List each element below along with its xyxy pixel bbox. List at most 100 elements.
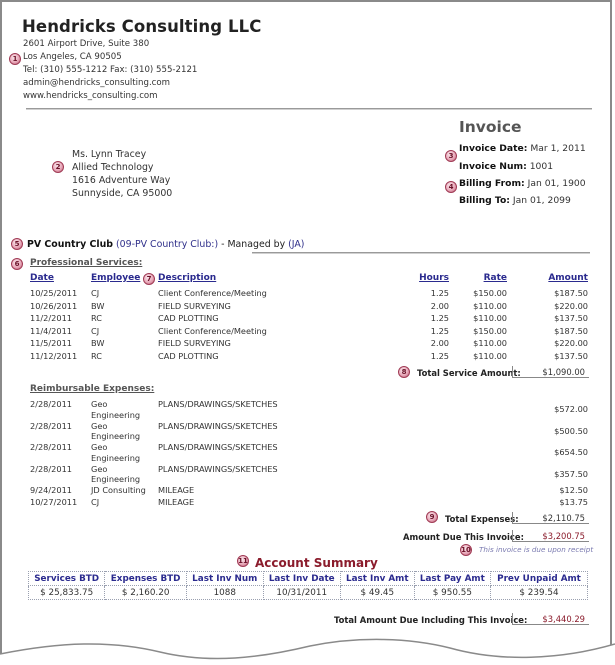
expense-employee: Engineering [91, 431, 141, 441]
summary-services-btd: $ 25,833.75 [27, 585, 106, 600]
col-header-amount[interactable]: Amount [532, 273, 588, 283]
summary-header-last-inv-num: Last Inv Num [185, 571, 264, 586]
invoice-num-value: 1001 [529, 161, 554, 172]
service-description: CAD PLOTTING [158, 313, 219, 324]
service-hours: 1.25 [430, 288, 449, 298]
callout-badge-9: 9 [426, 511, 438, 523]
expense-date: 2/28/2011 [30, 399, 72, 409]
callout-badge-11: 11 [237, 555, 249, 567]
expense-employee: Engineering [91, 409, 141, 420]
billing-to-value: Jan 01, 2099 [512, 195, 571, 206]
expense-description: PLANS/DRAWINGS/SKETCHES [158, 399, 278, 409]
summary-header-last-inv-date: Last Inv Date [262, 571, 341, 586]
expense-employee: Geo [91, 399, 108, 409]
company-address-line2: Los Angeles, CA 90505 [23, 52, 122, 62]
amount-due-label: Amount Due This Invoice: [403, 532, 524, 542]
service-date: 11/5/2011 [30, 338, 72, 349]
callout-badge-3: 3 [445, 150, 457, 162]
callout-badge-4: 4 [445, 181, 457, 193]
project-divider [252, 252, 590, 254]
project-code-link[interactable]: (09-PV Country Club:) [116, 239, 218, 250]
summary-expenses-btd: $ 2,160.20 [104, 585, 187, 600]
expense-employee: Geo [91, 463, 108, 474]
summary-prev-unpaid-amt: $ 239.54 [490, 585, 588, 600]
total-service-amount-label: Total Service Amount: [417, 368, 521, 378]
service-amount: $137.50 [554, 351, 588, 361]
expense-date: 2/28/2011 [30, 442, 72, 452]
client-street: 1616 Adventure Way [72, 175, 171, 186]
client-contact: Ms. Lynn Tracey [72, 149, 147, 160]
total-expenses-label: Total Expenses: [445, 514, 519, 524]
service-employee: BW [91, 338, 105, 349]
expense-date: 2/28/2011 [30, 463, 72, 474]
col-header-rate[interactable]: Rate [457, 273, 507, 283]
summary-last-inv-amt: $ 49.45 [339, 585, 415, 600]
header-divider [26, 108, 592, 110]
service-rate: $110.00 [473, 300, 507, 311]
invoice-num-label: Invoice Num: [459, 161, 527, 172]
expense-amount: $13.75 [559, 496, 588, 507]
billing-from-value: Jan 01, 1900 [527, 178, 586, 189]
expense-date: 10/27/2011 [30, 496, 78, 507]
service-employee: CJ [91, 288, 100, 298]
billing-to-row: Billing To: Jan 01, 2099 [459, 195, 571, 206]
service-description: Client Conference/Meeting [158, 288, 267, 298]
expense-date: 2/28/2011 [30, 420, 72, 431]
due-upon-receipt-note: This invoice is due upon receipt [479, 545, 594, 554]
client-city: Sunnyside, CA 95000 [72, 188, 173, 199]
company-phone-fax: Tel: (310) 555-1212 Fax: (310) 555-2121 [23, 65, 198, 75]
service-hours: 2.00 [430, 300, 449, 311]
service-date: 10/26/2011 [30, 300, 78, 311]
expense-amount: $500.50 [554, 425, 588, 436]
account-summary-table: Services BTD Expenses BTD Last Inv Num L… [27, 571, 588, 600]
summary-header-last-pay-amt: Last Pay Amt [413, 571, 492, 586]
expense-employee: Geo [91, 420, 108, 431]
summary-last-inv-date: 10/31/2011 [262, 585, 341, 600]
company-email: admin@hendricks_consulting.com [23, 78, 171, 88]
col-header-employee[interactable]: Employee [91, 273, 140, 283]
callout-badge-8: 8 [398, 366, 410, 378]
expense-description: PLANS/DRAWINGS/SKETCHES [158, 420, 278, 431]
summary-last-pay-amt: $ 950.55 [413, 585, 492, 600]
expense-description: MILEAGE [158, 496, 195, 507]
service-rate: $150.00 [473, 325, 507, 336]
expense-employee: Geo [91, 442, 108, 452]
service-date: 10/25/2011 [30, 288, 78, 298]
service-hours: 1.25 [430, 313, 449, 324]
col-header-description[interactable]: Description [158, 273, 216, 283]
service-date: 11/12/2011 [30, 351, 78, 361]
service-description: CAD PLOTTING [158, 351, 219, 361]
service-amount: $137.50 [554, 313, 588, 324]
callout-badge-5: 5 [11, 238, 23, 250]
col-header-hours[interactable]: Hours [402, 273, 449, 283]
service-amount: $220.00 [554, 338, 588, 349]
service-amount: $220.00 [554, 300, 588, 311]
total-expenses-value: $2,110.75 [512, 512, 589, 524]
invoice-title: Invoice [459, 118, 522, 136]
service-amount: $187.50 [554, 325, 588, 336]
expense-amount: $12.50 [559, 485, 588, 495]
expense-employee: JD Consulting [91, 485, 146, 495]
col-header-date[interactable]: Date [30, 273, 54, 283]
service-hours: 1.25 [430, 325, 449, 336]
summary-header-last-inv-amt: Last Inv Amt [339, 571, 415, 586]
expense-employee: CJ [91, 496, 100, 507]
service-rate: $110.00 [473, 313, 507, 324]
invoice-page: Hendricks Consulting LLC 2601 Airport Dr… [0, 0, 612, 665]
service-employee: CJ [91, 325, 100, 336]
company-website: www.hendricks_consulting.com [23, 91, 158, 101]
manager-link[interactable]: (JA) [288, 239, 304, 250]
project-name: PV Country Club [27, 239, 114, 250]
client-company: Allied Technology [72, 162, 154, 173]
expense-amount: $654.50 [554, 447, 588, 457]
grand-total-label: Total Amount Due Including This Invoice: [334, 615, 528, 625]
total-service-amount-value: $1,090.00 [512, 366, 589, 378]
company-address-line1: 2601 Airport Drive, Suite 380 [23, 39, 150, 49]
expense-date: 9/24/2011 [30, 485, 72, 495]
service-description: FIELD SURVEYING [158, 300, 231, 311]
invoice-date-label: Invoice Date: [459, 143, 528, 154]
account-summary-value-row: $ 25,833.75 $ 2,160.20 1088 10/31/2011 $… [27, 585, 588, 600]
service-description: Client Conference/Meeting [158, 325, 267, 336]
summary-header-services-btd: Services BTD [27, 571, 106, 586]
callout-badge-6: 6 [11, 258, 23, 270]
